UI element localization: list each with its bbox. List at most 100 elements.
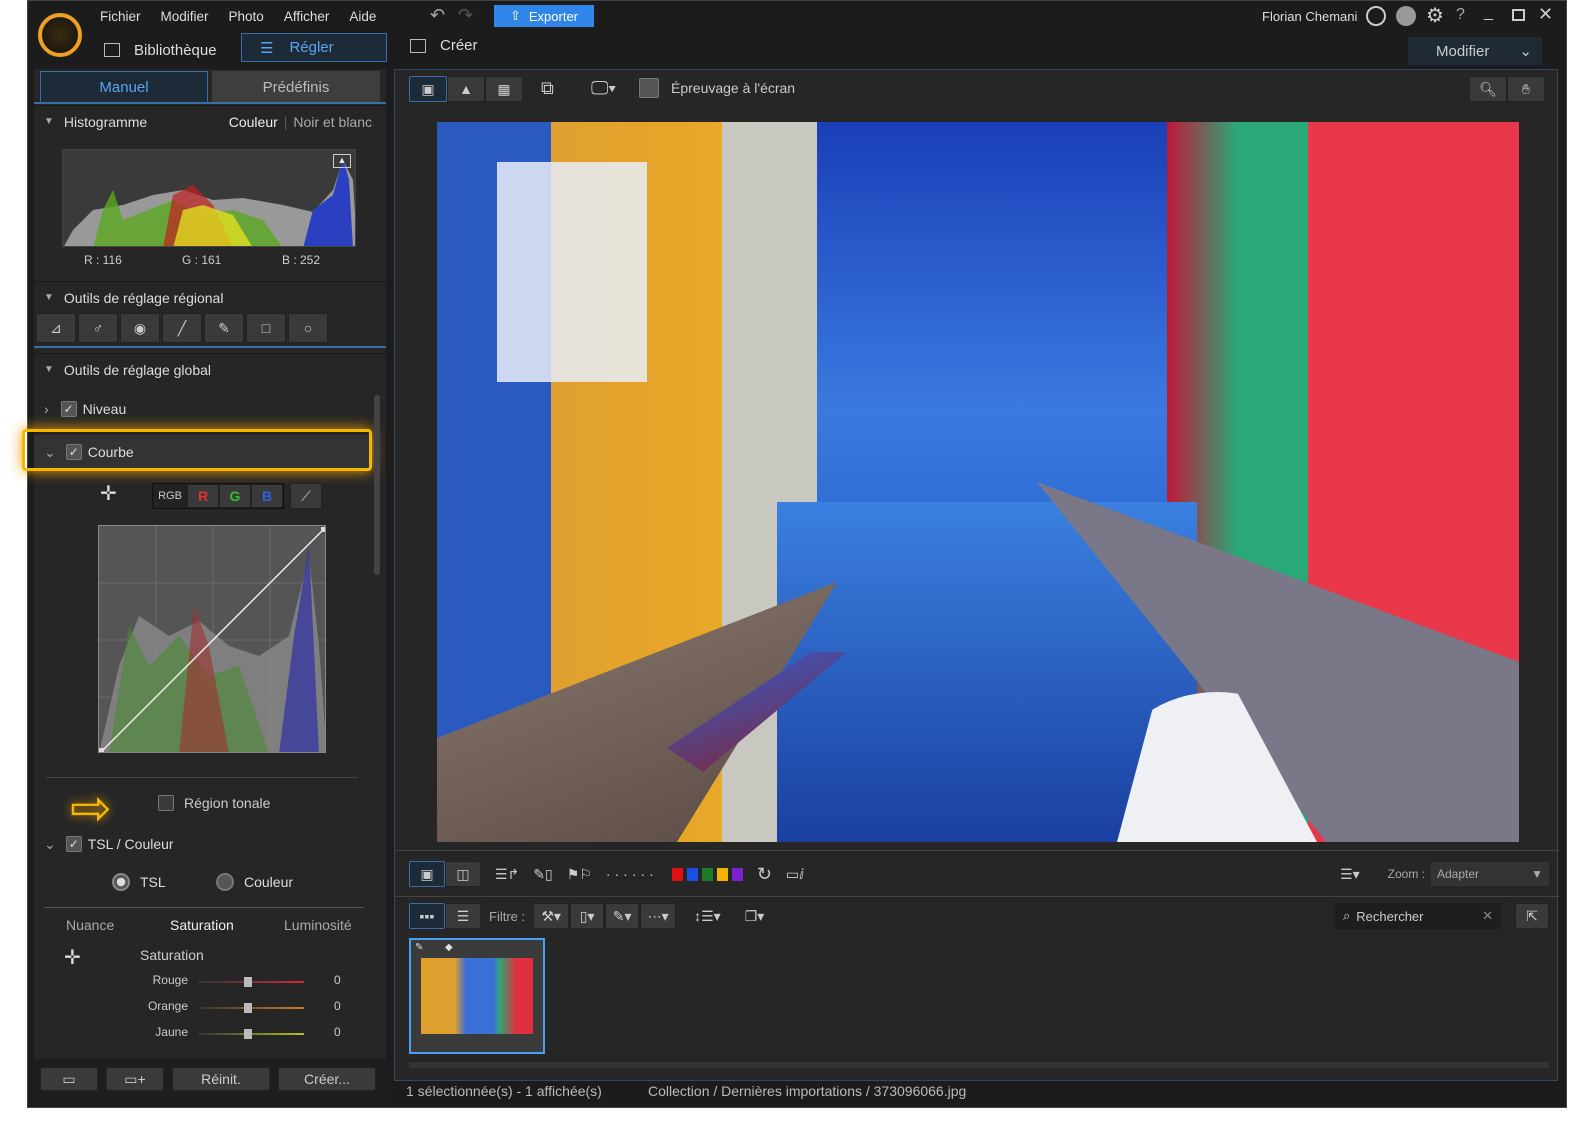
hist-bw-toggle[interactable]: Noir et blanc <box>293 114 372 130</box>
grid-view-icon[interactable]: ▦ <box>485 76 523 102</box>
menu-aide[interactable]: Aide <box>349 9 376 24</box>
rating-dots[interactable]: ······ <box>606 866 658 882</box>
mode-library[interactable]: Bibliothèque <box>104 37 217 63</box>
search-input[interactable]: ⌕Rechercher✕ <box>1335 903 1501 929</box>
brush-icon[interactable]: ╱ <box>162 313 202 343</box>
slider-thumb[interactable] <box>244 1029 252 1039</box>
softproof-checkbox[interactable] <box>639 78 659 98</box>
compare-view-icon[interactable]: ◫ <box>445 861 481 887</box>
radio-color[interactable]: Couleur <box>216 873 293 891</box>
curve-point-white[interactable] <box>321 527 326 532</box>
sort-order-icon[interactable]: ↕☰▾ <box>694 908 721 925</box>
reset-button[interactable]: Réinit. <box>172 1067 270 1091</box>
hsl-slider-track[interactable] <box>198 981 304 983</box>
filter-flag-icon[interactable]: ⚒▾ <box>533 903 569 929</box>
export-button[interactable]: ⇧Exporter <box>494 5 594 27</box>
stack-icon[interactable]: ❐▾ <box>745 908 765 925</box>
zoom-tool-icon[interactable]: 🔍︎ <box>1469 76 1507 102</box>
curve-preset-icon[interactable]: ⟋ <box>290 483 322 509</box>
settings-icon[interactable]: ⚙ <box>1426 3 1444 28</box>
color-label-swatch[interactable] <box>702 868 713 881</box>
hsl-slider-track[interactable] <box>198 1033 304 1035</box>
red-eye-icon[interactable]: ◉ <box>120 313 160 343</box>
filmstrip-view-icon[interactable]: ▲ <box>447 76 485 102</box>
slider-thumb[interactable] <box>244 977 252 987</box>
filter-edit-icon[interactable]: ✎▾ <box>605 903 639 929</box>
list-view-icon[interactable]: ☰ <box>445 903 481 929</box>
sort-icon[interactable]: ☰▾ <box>1340 866 1360 883</box>
mode-adjust[interactable]: ☰Régler <box>241 33 387 62</box>
tonal-region-row[interactable]: Région tonale <box>158 795 270 811</box>
monitor-icon[interactable]: 🖵▾ <box>591 78 616 99</box>
menu-modifier[interactable]: Modifier <box>161 9 209 24</box>
hand-tool-icon[interactable]: ✋︎ <box>1507 76 1545 102</box>
compare-icon[interactable]: ▭ <box>40 1067 98 1091</box>
global-header[interactable]: ▼Outils de réglage global <box>34 353 386 385</box>
add-snapshot-icon[interactable]: ▭+ <box>106 1067 164 1091</box>
spot-removal-icon[interactable]: ♂ <box>78 313 118 343</box>
thumbnail-view-icon[interactable]: ▪▪▪ <box>409 903 445 929</box>
curve-point-black[interactable] <box>99 748 104 753</box>
thumbnail[interactable]: ✎ ◆ <box>409 938 545 1054</box>
color-label-swatch[interactable] <box>732 868 743 881</box>
edit-tag-icon[interactable]: ✎▯ <box>533 866 552 883</box>
user-name[interactable]: Florian Chemani <box>1262 9 1357 24</box>
channel-r[interactable]: R <box>187 484 219 508</box>
color-label-swatch[interactable] <box>717 868 728 881</box>
tab-presets[interactable]: Prédéfinis <box>212 71 380 103</box>
flag-icon[interactable]: ⚑⚐ <box>567 866 592 883</box>
slider-thumb[interactable] <box>244 1003 252 1013</box>
hist-color-toggle[interactable]: Couleur <box>229 114 278 130</box>
crop-tool-icon[interactable]: ⊿ <box>36 313 76 343</box>
curve-adjust-icon[interactable]: ✛ <box>100 481 117 506</box>
help-icon[interactable]: ? <box>1456 6 1465 24</box>
curve-graph[interactable] <box>98 525 326 753</box>
channel-b[interactable]: B <box>251 484 283 508</box>
mode-create[interactable]: Créer <box>410 37 478 54</box>
linear-gradient-icon[interactable]: □ <box>246 313 286 343</box>
clipping-warning-icon[interactable]: ▲ <box>333 154 351 168</box>
account-icon[interactable] <box>1366 6 1386 26</box>
hsl-tab-hue[interactable]: Nuance <box>66 917 114 933</box>
color-label-swatch[interactable] <box>672 868 683 881</box>
menu-photo[interactable]: Photo <box>229 9 264 24</box>
zoom-dropdown[interactable]: Adapter▼ <box>1431 862 1549 886</box>
undo-icon[interactable]: ↶ <box>430 5 445 26</box>
external-icon[interactable]: ⇱ <box>1515 903 1549 929</box>
browser-scrollbar[interactable] <box>409 1062 1549 1068</box>
info-icon[interactable]: ▭ⅈ <box>786 866 804 883</box>
hsl-tab-saturation[interactable]: Saturation <box>170 917 234 933</box>
radial-gradient-icon[interactable]: ○ <box>288 313 328 343</box>
softproof-toggle[interactable]: Épreuvage à l'écran <box>639 78 795 98</box>
histogram-header[interactable]: ▼Histogramme Couleur|Noir et blanc <box>34 105 386 137</box>
regional-header[interactable]: ▼Outils de réglage régional <box>34 281 386 313</box>
single-image-icon[interactable]: ▣ <box>409 861 445 887</box>
hsl-row[interactable]: ⌄✓TSL / Couleur <box>34 827 370 861</box>
clear-search-icon[interactable]: ✕ <box>1482 908 1493 924</box>
gradient-brush-icon[interactable]: ✎ <box>204 313 244 343</box>
channel-rgb[interactable]: RGB <box>153 484 187 508</box>
modify-dropdown[interactable]: Modifier⌄ <box>1408 37 1542 65</box>
create-preset-button[interactable]: Créer... <box>278 1067 376 1091</box>
radio-tsl[interactable]: TSL <box>112 873 166 891</box>
metadata-icon[interactable]: ☰↱ <box>495 866 519 883</box>
hsl-slider-track[interactable] <box>198 1007 304 1009</box>
notification-icon[interactable] <box>1396 6 1416 26</box>
hsl-adjust-icon[interactable]: ✛ <box>64 945 81 970</box>
tab-manual[interactable]: Manuel <box>40 71 208 103</box>
channel-g[interactable]: G <box>219 484 251 508</box>
tonal-region-checkbox[interactable] <box>158 795 174 811</box>
level-checkbox[interactable]: ✓ <box>61 401 77 417</box>
menu-afficher[interactable]: Afficher <box>284 9 330 24</box>
maximize-icon[interactable] <box>1512 9 1525 21</box>
filter-label-icon[interactable]: ▯▾ <box>570 903 604 929</box>
panel-scrollbar[interactable] <box>374 395 380 575</box>
main-photo[interactable] <box>437 122 1519 842</box>
minimize-icon[interactable]: _ <box>1484 4 1493 22</box>
hsl-checkbox[interactable]: ✓ <box>66 836 82 852</box>
level-row[interactable]: ›✓Niveau <box>44 401 126 417</box>
hsl-tab-luminosity[interactable]: Luminosité <box>284 917 352 933</box>
filter-rating-icon[interactable]: ⋯▾ <box>640 903 676 929</box>
close-icon[interactable]: ✕ <box>1538 4 1553 25</box>
fullscreen-icon[interactable]: ⧉ <box>541 78 554 99</box>
